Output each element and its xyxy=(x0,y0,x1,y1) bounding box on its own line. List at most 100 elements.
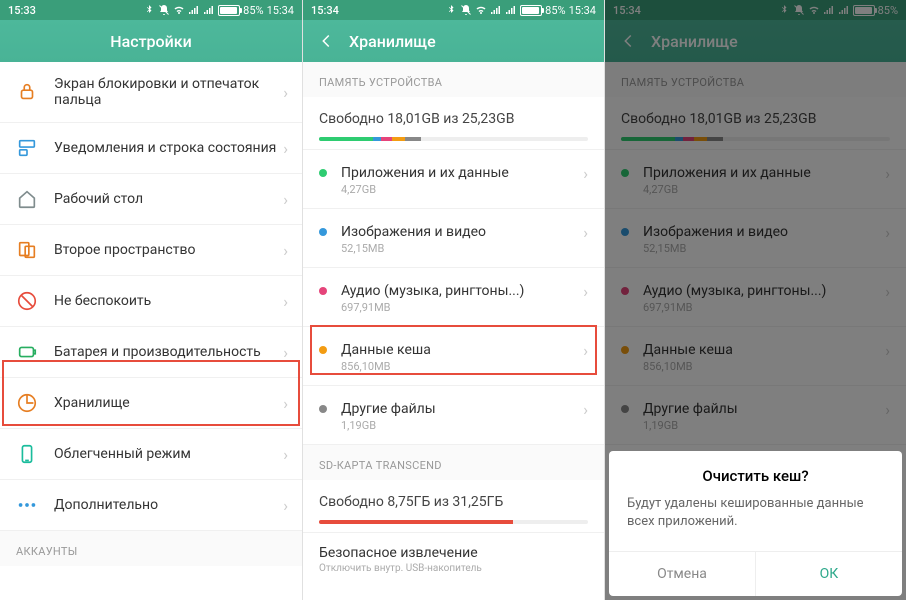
back-icon[interactable] xyxy=(317,32,335,50)
status-time: 15:34 xyxy=(311,4,339,17)
clear-cache-dialog: Очистить кеш? Будут удалены кешированные… xyxy=(609,451,902,596)
phone-storage-dialog: 15:34 85% Хранилище ПАМЯТЬ УСТРОЙСТВА Св… xyxy=(604,0,906,600)
usage-bar xyxy=(319,137,588,141)
category-size: 1,19GB xyxy=(341,419,588,432)
chevron-right-icon: › xyxy=(283,190,288,209)
category-label: Аудио (музыка, рингтоны...) xyxy=(341,283,524,299)
settings-row-4[interactable]: Не беспокоить› xyxy=(0,276,302,327)
battery-pct: 85% xyxy=(243,4,263,17)
row-label: Рабочий стол xyxy=(54,191,283,207)
settings-row-5[interactable]: Батарея и производительность› xyxy=(0,327,302,378)
row-icon xyxy=(16,494,38,516)
section-device-memory: ПАМЯТЬ УСТРОЙСТВА xyxy=(303,62,604,97)
status-icons: 85% 15:34 xyxy=(445,4,596,17)
chevron-right-icon: › xyxy=(283,445,288,464)
category-size: 4,27GB xyxy=(341,183,588,196)
settings-row-1[interactable]: Уведомления и строка состояния› xyxy=(0,123,302,174)
settings-row-2[interactable]: Рабочий стол› xyxy=(0,174,302,225)
category-label: Данные кеша xyxy=(341,342,431,358)
status-bar: 15:33 85% 15:34 xyxy=(0,0,302,20)
row-label: Дополнительно xyxy=(54,497,283,513)
row-icon xyxy=(16,443,38,465)
section-sd: SD-КАРТА TRANSCEND xyxy=(303,445,604,480)
cancel-button[interactable]: Отмена xyxy=(609,552,756,596)
status-time-right: 15:34 xyxy=(267,4,294,17)
row-icon xyxy=(16,81,38,103)
free-text: Свободно 18,01GB из 25,23GB xyxy=(319,111,588,127)
category-size: 52,15MB xyxy=(341,242,588,255)
row-label: Хранилище xyxy=(54,395,283,411)
bell-off-icon xyxy=(460,4,472,16)
category-size: 856,10MB xyxy=(341,360,588,373)
signal-icon-2 xyxy=(505,4,517,16)
storage-categories: › Приложения и их данные 4,27GB › Изображени… xyxy=(303,150,604,445)
sd-free-text: Свободно 8,75ГБ из 31,25ГБ xyxy=(319,494,588,510)
status-time-right: 15:34 xyxy=(569,4,596,17)
wifi-icon xyxy=(475,4,487,16)
section-accounts: АККАУНТЫ xyxy=(0,531,302,566)
ok-button[interactable]: ОК xyxy=(756,552,902,596)
settings-row-8[interactable]: Дополнительно› xyxy=(0,480,302,531)
row-icon xyxy=(16,239,38,261)
row-label: Уведомления и строка состояния xyxy=(54,140,283,156)
row-icon xyxy=(16,341,38,363)
chevron-right-icon: › xyxy=(283,139,288,158)
storage-category-2[interactable]: › Аудио (музыка, рингтоны...) 697,91MB xyxy=(303,268,604,327)
category-label: Другие файлы xyxy=(341,401,436,417)
wifi-icon xyxy=(173,4,185,16)
battery-pct: 85% xyxy=(545,4,565,17)
chevron-right-icon: › xyxy=(283,83,288,102)
sd-free-block: Свободно 8,75ГБ из 31,25ГБ xyxy=(303,480,604,533)
storage-category-0[interactable]: ›Приложения и их данные4,27GB xyxy=(303,150,604,209)
status-icons: 85% 15:34 xyxy=(143,4,294,17)
row-icon xyxy=(16,188,38,210)
battery-icon xyxy=(520,5,542,16)
safe-eject-row[interactable]: Безопасное извлечение Отключить внутр. U… xyxy=(303,533,604,586)
dialog-title: Очистить кеш? xyxy=(609,451,902,495)
color-dot xyxy=(319,228,327,236)
category-label: Приложения и их данные xyxy=(341,165,509,181)
settings-row-3[interactable]: Второе пространство› xyxy=(0,225,302,276)
row-icon xyxy=(16,392,38,414)
chevron-right-icon: › xyxy=(283,241,288,260)
row-icon xyxy=(16,137,38,159)
settings-row-7[interactable]: Облегченный режим› xyxy=(0,429,302,480)
color-dot xyxy=(319,405,327,413)
safe-eject-sub: Отключить внутр. USB-накопитель xyxy=(319,563,588,574)
dialog-buttons: Отмена ОК xyxy=(609,551,902,596)
settings-row-6[interactable]: Хранилище› xyxy=(0,378,302,429)
free-space-block: Свободно 18,01GB из 25,23GB xyxy=(303,97,604,150)
signal-icon-2 xyxy=(203,4,215,16)
chevron-right-icon: › xyxy=(583,282,588,301)
row-label: Второе пространство xyxy=(54,242,283,258)
page-title: Настройки xyxy=(110,32,191,51)
status-bar: 15:34 85% 15:34 xyxy=(303,0,604,20)
settings-row-0[interactable]: Экран блокировки и отпечаток пальца› xyxy=(0,62,302,123)
storage-category-1[interactable]: › Изображения и видео 52,15MB xyxy=(303,209,604,268)
settings-list: Экран блокировки и отпечаток пальца›Увед… xyxy=(0,62,302,531)
chevron-right-icon: › xyxy=(583,341,588,360)
sd-usage-bar xyxy=(319,520,588,524)
bluetooth-icon xyxy=(445,4,457,16)
chevron-right-icon: › xyxy=(283,292,288,311)
storage-category-3[interactable]: › Данные кеша 856,10MB xyxy=(303,327,604,386)
color-dot xyxy=(319,169,327,177)
color-dot xyxy=(319,287,327,295)
chevron-right-icon: › xyxy=(283,496,288,515)
chevron-right-icon: › xyxy=(583,223,588,242)
row-label: Экран блокировки и отпечаток пальца xyxy=(54,76,283,108)
page-title: Хранилище xyxy=(349,32,436,51)
color-dot xyxy=(319,346,327,354)
battery-icon xyxy=(218,5,240,16)
chevron-right-icon: › xyxy=(283,394,288,413)
safe-eject-label: Безопасное извлечение xyxy=(319,545,588,561)
signal-icon xyxy=(490,4,502,16)
header-settings: Настройки xyxy=(0,20,302,62)
category-label: Изображения и видео xyxy=(341,224,486,240)
dialog-body: Будут удалены кешированные данные всех п… xyxy=(609,495,902,551)
bell-off-icon xyxy=(158,4,170,16)
category-size: 697,91MB xyxy=(341,301,588,314)
chevron-right-icon: › xyxy=(583,400,588,419)
storage-category-4[interactable]: › Другие файлы 1,19GB xyxy=(303,386,604,445)
phone-storage: 15:34 85% 15:34 Хранилище ПАМЯТЬ УСТРОЙС… xyxy=(302,0,604,600)
